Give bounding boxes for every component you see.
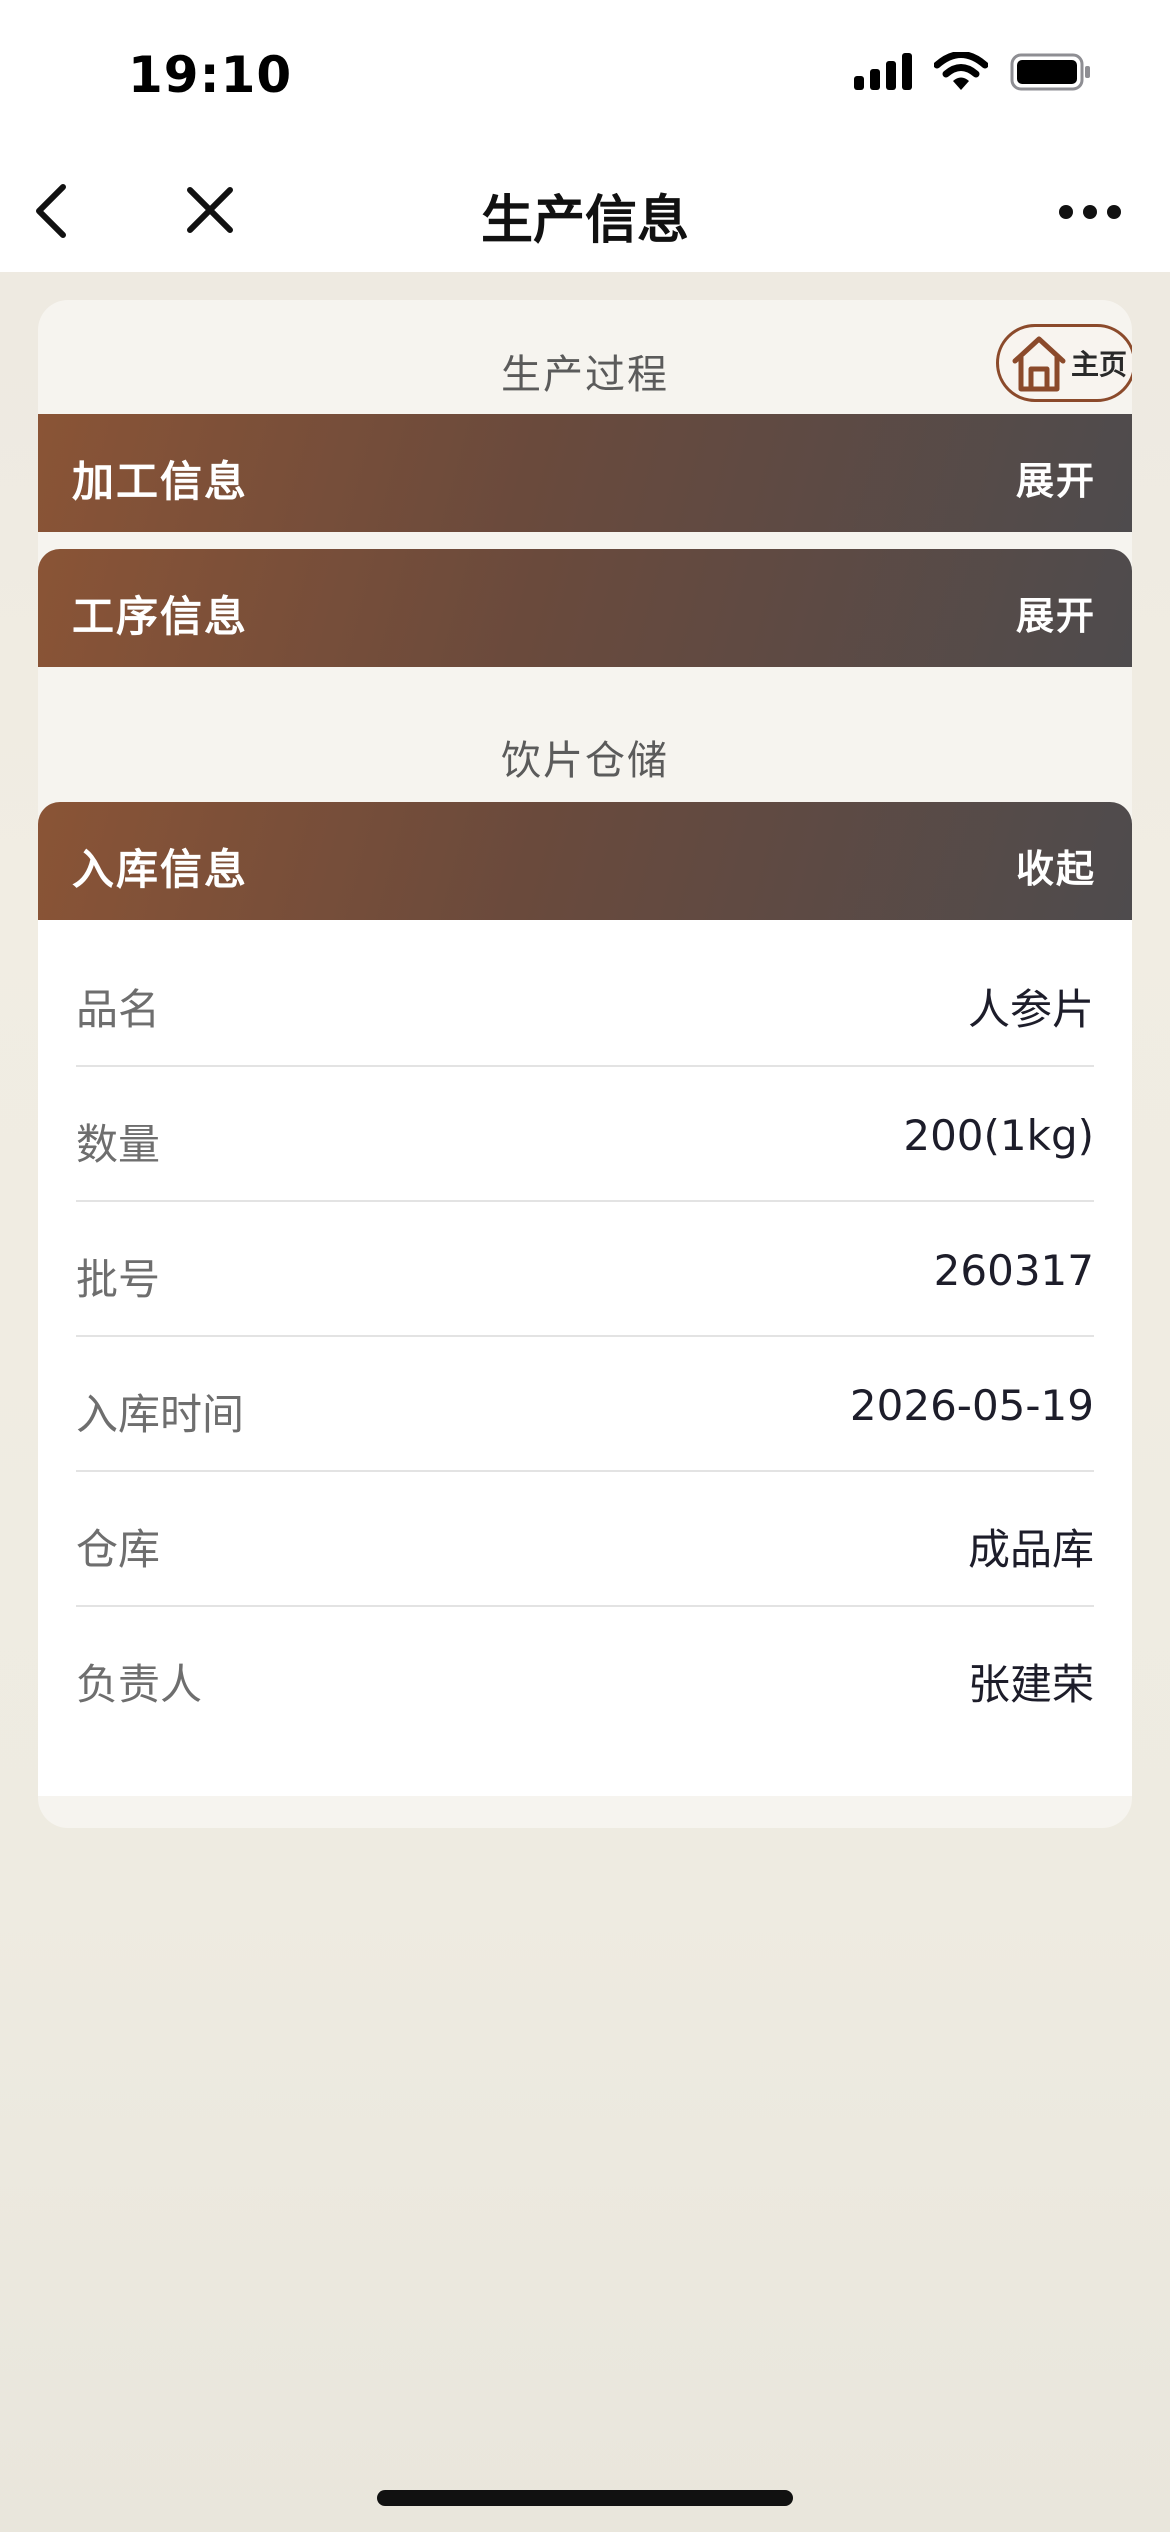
panel-title: 加工信息 xyxy=(72,457,249,506)
panel-header-processing[interactable]: 加工信息 展开 xyxy=(38,414,1132,532)
detail-row-quantity: 数量 200(1kg) xyxy=(76,1067,1094,1202)
detail-row-inbound-time: 入库时间 2026-05-19 xyxy=(76,1337,1094,1472)
page-title: 生产信息 xyxy=(480,191,689,251)
home-button[interactable]: 主页 xyxy=(996,324,1132,402)
panel-header-inbound[interactable]: 入库信息 收起 xyxy=(38,802,1132,920)
detail-row-responsible-person: 负责人 张建荣 xyxy=(76,1607,1094,1742)
panel-title: 工序信息 xyxy=(72,592,249,641)
detail-label: 仓库 xyxy=(76,1525,161,1574)
detail-value: 人参片 xyxy=(967,985,1094,1034)
battery-icon xyxy=(1010,52,1092,96)
detail-label: 批号 xyxy=(76,1255,161,1304)
panel-toggle-collapse[interactable]: 收起 xyxy=(1016,838,1096,893)
section-title-storage: 饮片仓储 xyxy=(501,738,669,784)
panel-title: 入库信息 xyxy=(72,845,249,894)
status-bar: 19:10 xyxy=(0,0,1170,150)
panel-toggle-expand[interactable]: 展开 xyxy=(1016,450,1096,505)
home-button-label: 主页 xyxy=(1071,348,1128,381)
detail-label: 数量 xyxy=(76,1120,161,1169)
home-indicator[interactable] xyxy=(377,2490,793,2506)
detail-label: 入库时间 xyxy=(76,1390,245,1439)
detail-value: 张建荣 xyxy=(967,1660,1094,1709)
detail-value: 2026-05-19 xyxy=(849,1381,1094,1430)
wifi-icon xyxy=(933,51,989,96)
status-icons xyxy=(854,51,1092,96)
home-icon xyxy=(1012,336,1066,392)
section-title-production: 生产过程 xyxy=(501,352,669,398)
detail-row-product-name: 品名 人参片 xyxy=(76,932,1094,1067)
nav-bar: 生产信息 xyxy=(0,150,1170,272)
status-time: 19:10 xyxy=(128,46,293,104)
panel-toggle-expand[interactable]: 展开 xyxy=(1016,585,1096,640)
detail-row-batch-number: 批号 260317 xyxy=(76,1202,1094,1337)
detail-value: 200(1kg) xyxy=(903,1111,1094,1160)
more-button[interactable] xyxy=(1050,184,1130,240)
detail-label: 品名 xyxy=(76,985,161,1034)
more-icon xyxy=(1059,205,1121,219)
cellular-signal-icon xyxy=(854,52,912,96)
inbound-detail-list: 品名 人参片 数量 200(1kg) 批号 260317 入库时间 2026-0… xyxy=(38,920,1132,1796)
detail-label: 负责人 xyxy=(76,1660,203,1709)
production-info-card: 生产过程 主页 加工信息 展开 工序信息 展开 饮片仓储 入库信息 收起 品名 … xyxy=(38,300,1132,1828)
detail-value: 成品库 xyxy=(967,1525,1094,1574)
panel-header-procedure[interactable]: 工序信息 展开 xyxy=(38,549,1132,667)
detail-row-warehouse: 仓库 成品库 xyxy=(76,1472,1094,1607)
detail-value: 260317 xyxy=(933,1246,1094,1295)
